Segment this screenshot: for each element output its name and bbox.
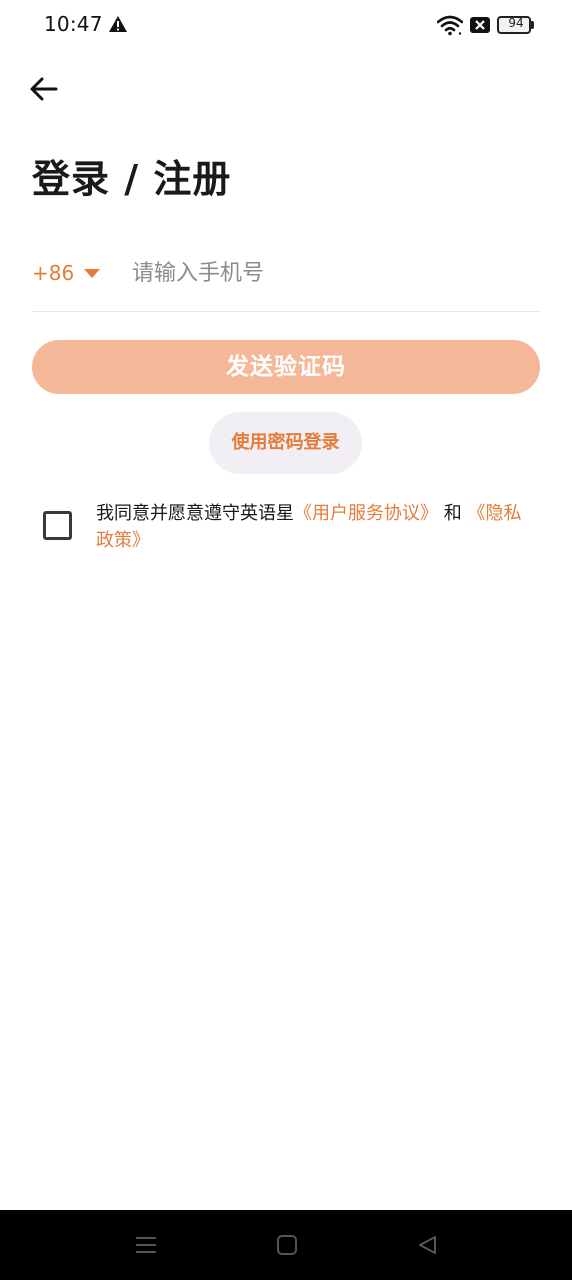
system-nav-bar bbox=[0, 1210, 572, 1280]
wifi-icon bbox=[437, 15, 463, 36]
phone-input-row: +86 bbox=[32, 240, 540, 312]
back-triangle-icon[interactable] bbox=[416, 1234, 438, 1256]
battery-icon: 94 bbox=[497, 16, 535, 36]
no-sim-icon bbox=[470, 17, 490, 33]
back-button[interactable] bbox=[24, 70, 64, 110]
password-login-button[interactable]: 使用密码登录 bbox=[209, 412, 362, 474]
agreement-prefix: 我同意并愿意遵守英语星 bbox=[96, 503, 294, 524]
caret-down-icon bbox=[84, 268, 101, 278]
user-agreement-link[interactable]: 《用户服务协议》 bbox=[294, 503, 438, 524]
agreement-conjunction: 和 bbox=[443, 503, 462, 524]
phone-number-input[interactable] bbox=[132, 254, 532, 292]
home-icon[interactable] bbox=[276, 1234, 298, 1256]
login-screen: 10:47 94 登录 / 注册 +86 请输入手机号 发送验证码 使用密码登录… bbox=[0, 0, 572, 1280]
send-code-button[interactable]: 发送验证码 bbox=[32, 340, 540, 394]
agreement-text: 我同意并愿意遵守英语星《用户服务协议》 和 《隐私政策》 bbox=[96, 500, 536, 554]
country-code: +86 bbox=[32, 261, 75, 285]
menu-icon[interactable] bbox=[134, 1234, 158, 1256]
agreement-checkbox[interactable] bbox=[43, 511, 72, 540]
warning-icon bbox=[109, 16, 127, 32]
arrow-left-icon bbox=[30, 77, 58, 101]
battery-level: 94 bbox=[508, 16, 524, 30]
status-bar: 10:47 94 bbox=[0, 0, 572, 52]
status-time: 10:47 bbox=[44, 12, 103, 36]
country-code-selector[interactable]: +86 bbox=[32, 258, 101, 288]
page-title: 登录 / 注册 bbox=[32, 157, 232, 201]
